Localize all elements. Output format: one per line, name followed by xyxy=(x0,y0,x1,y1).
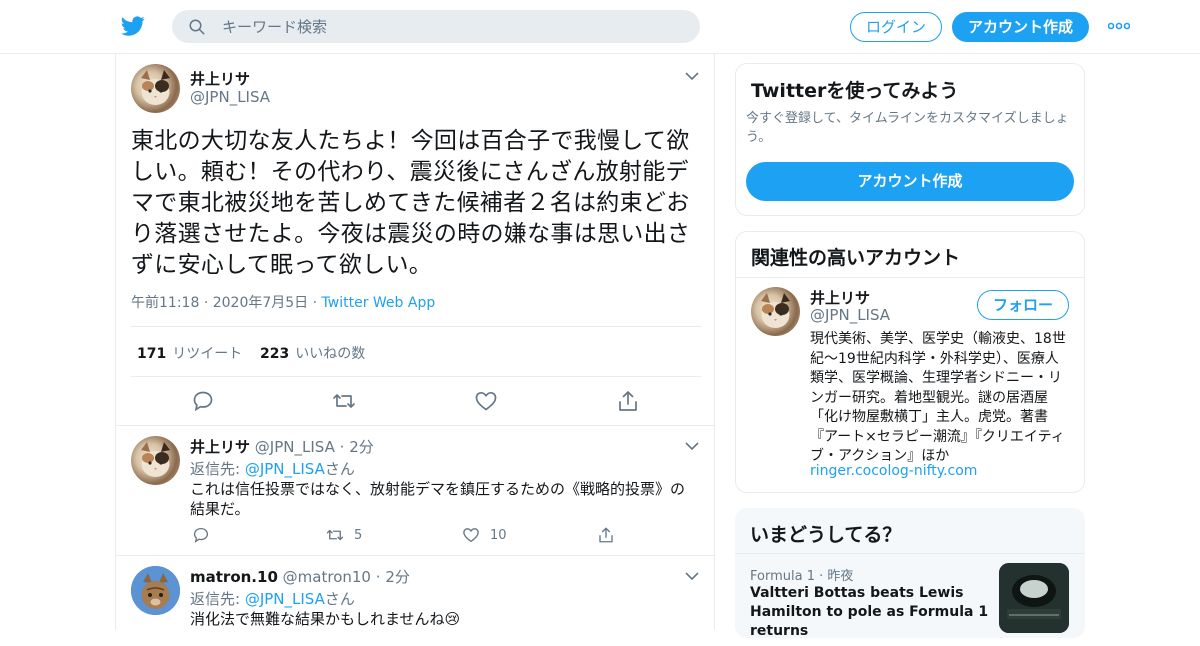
separator-dot: · xyxy=(375,568,381,586)
search-box[interactable] xyxy=(172,10,700,43)
reply-text: これは信任投票ではなく、放射能デマを鎮圧するための《戦略的投票》の結果だ。 xyxy=(190,480,686,518)
divider xyxy=(735,553,1085,554)
reply-retweet-button[interactable]: 5 xyxy=(326,526,362,546)
tweet-actions xyxy=(116,389,714,413)
like-stat[interactable]: 223 いいねの数 xyxy=(260,343,365,363)
related-account-name[interactable]: 井上リサ xyxy=(810,287,870,308)
reply-to: 返信先: @JPN_LISAさん xyxy=(190,588,355,609)
author-name[interactable]: 井上リサ xyxy=(190,68,250,89)
tweet-source[interactable]: Twitter Web App xyxy=(322,295,436,311)
signup-button[interactable]: アカウント作成 xyxy=(952,12,1089,42)
retweet-icon[interactable] xyxy=(332,389,356,413)
retweet-icon xyxy=(326,529,344,541)
reply-to-link[interactable]: @JPN_LISA xyxy=(245,460,325,478)
like-stat-label: いいねの数 xyxy=(295,346,366,362)
signup-card-title: Twitterを使ってみよう xyxy=(751,80,959,102)
trend-category: Formula 1 xyxy=(750,569,815,584)
share-icon[interactable] xyxy=(616,389,640,413)
reply-icon[interactable] xyxy=(191,389,215,413)
reply-age[interactable]: 2分 xyxy=(349,438,374,456)
trends-card: いまどうしてる？ Formula 1 · 昨夜 Valtteri Bottas … xyxy=(735,508,1085,638)
tweet-meta: 午前11:18 · 2020年7月5日 · Twitter Web App xyxy=(131,292,435,312)
reply-tweet[interactable]: matron.10 @matron10 · 2分 返信先: @JPN_LISAさ… xyxy=(116,556,714,646)
separator-dot: · xyxy=(339,438,345,456)
like-icon[interactable] xyxy=(474,389,498,413)
retweet-stat[interactable]: 171 リツイート xyxy=(137,343,242,363)
reply-author-name[interactable]: 井上リサ xyxy=(190,438,250,456)
author-handle[interactable]: @JPN_LISA xyxy=(190,88,270,106)
avatar[interactable] xyxy=(131,566,180,615)
like-icon xyxy=(463,528,479,543)
tweet-stats: 171 リツイート 223 いいねの数 xyxy=(131,326,701,377)
tweet-date[interactable]: 2020年7月5日 xyxy=(213,295,308,311)
related-account-link[interactable]: ringer.cocolog-nifty.com xyxy=(810,463,977,479)
related-account-bio: 現代美術、美学、医学史（輸液史、18世紀～19世紀内科学・外科学史）、医療人類学… xyxy=(810,331,1066,464)
reply-age[interactable]: 2分 xyxy=(385,568,410,586)
search-icon xyxy=(189,19,205,35)
more-icon[interactable] xyxy=(1108,22,1130,30)
reply-reply-button[interactable] xyxy=(192,526,210,546)
trend-meta: Formula 1 · 昨夜 xyxy=(750,565,853,584)
chevron-down-icon[interactable] xyxy=(685,572,699,580)
avatar[interactable] xyxy=(131,436,180,485)
signup-card-button[interactable]: アカウント作成 xyxy=(746,162,1074,201)
share-icon xyxy=(599,527,613,543)
cat-photo-icon xyxy=(141,70,170,105)
signup-card: Twitterを使ってみよう 今すぐ登録して、タイムラインをカスタマイズしましょ… xyxy=(735,63,1085,216)
reply-author-handle[interactable]: @JPN_LISA xyxy=(255,438,335,456)
twitter-bird-icon[interactable] xyxy=(120,14,146,38)
login-button[interactable]: ログイン xyxy=(850,12,942,42)
reply-header: 井上リサ @JPN_LISA · 2分 xyxy=(190,436,374,457)
cat-photo-icon xyxy=(131,566,180,615)
reply-like-button[interactable]: 10 xyxy=(462,526,507,546)
trends-card-title: いまどうしてる？ xyxy=(750,524,902,546)
related-card-title: 関連性の高いアカウント xyxy=(751,247,961,269)
reply-to-suffix: さん xyxy=(324,460,355,478)
timeline: 井上リサ @JPN_LISA 東北の大切な友人たちよ！今回は百合子で我慢して欲し… xyxy=(115,54,715,630)
reply-to-prefix: 返信先: xyxy=(190,460,245,478)
separator-dot: · xyxy=(203,295,213,311)
related-account-handle[interactable]: @JPN_LISA xyxy=(810,306,890,324)
top-bar: ログイン アカウント作成 xyxy=(0,0,1200,54)
reply-to: 返信先: @JPN_LISAさん xyxy=(190,458,355,479)
tweet-text: 東北の大切な友人たちよ！今回は百合子で我慢して欲しい。頼む！その代わり、震災後に… xyxy=(131,128,691,278)
trend-time: 昨夜 xyxy=(827,569,854,584)
reply-share-button[interactable] xyxy=(597,526,615,546)
reply-header: matron.10 @matron10 · 2分 xyxy=(190,566,410,587)
chevron-down-icon[interactable] xyxy=(685,72,699,80)
avatar[interactable] xyxy=(751,287,800,336)
reply-to-suffix: さん xyxy=(324,590,355,608)
reply-tweet[interactable]: 井上リサ @JPN_LISA · 2分 返信先: @JPN_LISAさん これは… xyxy=(116,426,714,556)
follow-button[interactable]: フォロー xyxy=(977,290,1069,320)
cat-photo-icon xyxy=(761,293,790,328)
retweet-count: 171 xyxy=(137,346,167,362)
search-input[interactable] xyxy=(222,10,682,43)
avatar[interactable] xyxy=(131,64,180,113)
reply-to-prefix: 返信先: xyxy=(190,590,245,608)
retweet-stat-label: リツイート xyxy=(172,346,243,362)
chevron-down-icon[interactable] xyxy=(685,442,699,450)
cat-photo-icon xyxy=(141,442,170,477)
divider xyxy=(736,277,1084,278)
reply-author-name[interactable]: matron.10 xyxy=(190,568,278,586)
race-car-photo-icon xyxy=(999,563,1069,633)
like-count: 223 xyxy=(260,346,290,362)
main-tweet: 井上リサ @JPN_LISA 東北の大切な友人たちよ！今回は百合子で我慢して欲し… xyxy=(116,54,714,426)
trend-thumbnail[interactable] xyxy=(999,563,1069,633)
reply-text: 消化法で無難な結果かもしれませんね😢 xyxy=(190,610,461,628)
reply-actions: 5 10 xyxy=(190,526,710,546)
signup-card-subtitle: 今すぐ登録して、タイムラインをカスタマイズしましょう。 xyxy=(746,111,1069,145)
reply-to-link[interactable]: @JPN_LISA xyxy=(245,590,325,608)
reply-author-handle[interactable]: @matron10 xyxy=(283,568,371,586)
reply-retweet-count: 5 xyxy=(354,527,363,543)
reply-icon xyxy=(193,527,209,543)
reply-like-count: 10 xyxy=(490,527,507,543)
separator-dot: · xyxy=(312,295,322,311)
related-accounts-card: 関連性の高いアカウント 井上リサ @JPN_LISA フォロー 現代美術、美学、… xyxy=(735,231,1085,493)
tweet-time[interactable]: 午前11:18 xyxy=(131,295,199,311)
